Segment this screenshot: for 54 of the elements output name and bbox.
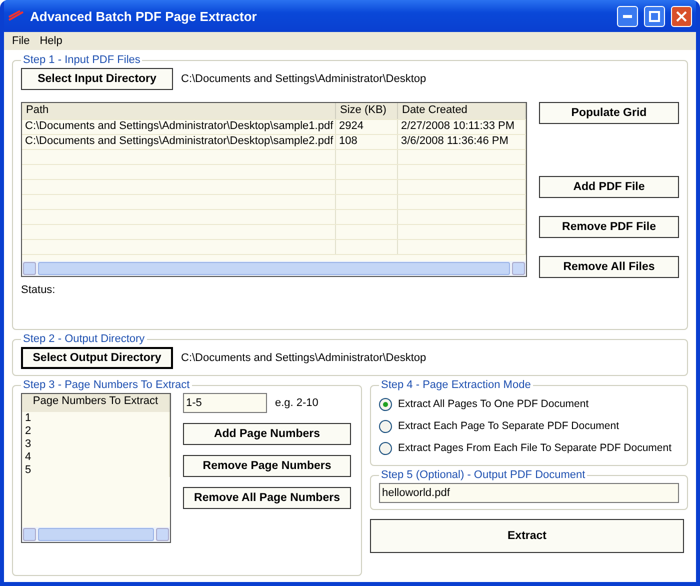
column-header[interactable]: Page Numbers To Extract [22,394,170,412]
close-button[interactable] [671,6,692,26]
table-cell: 1 [22,412,170,425]
range-field[interactable]: 1-5 [183,393,267,413]
table-cell: C:\Documents and Settings\Administrator\Desktop\sample1.pdf [22,120,336,134]
action-button[interactable]: Add Page Numbers [183,423,351,445]
action-button[interactable]: Remove Page Numbers [183,455,351,477]
radio-button[interactable] [379,442,392,454]
table-cell: 5 [22,464,170,477]
status-label: Status: [21,284,56,296]
action-button[interactable]: Populate Grid [539,102,679,124]
horizontal-scrollbar[interactable] [22,261,526,276]
column-header[interactable]: Size (KB) [336,103,398,119]
input-directory: C:\Documents and Settings\Administrator\Desktop [181,73,426,85]
app-icon [8,10,24,22]
close-icon [676,10,687,22]
group-title: Step 5 (Optional) - Output PDF Document [380,469,586,481]
range-hint: e.g. 2-10 [275,397,318,409]
action-button[interactable]: Remove PDF File [539,216,679,238]
table-cell: 2 [22,425,170,438]
select-output-button[interactable]: Select Output Directory [21,347,173,369]
extract-button[interactable]: Extract [370,519,684,553]
table-cell: 108 [336,135,398,149]
minimize-icon [623,14,632,18]
output-directory: C:\Documents and Settings\Administrator\Desktop [181,352,426,364]
group-title: Step 4 - Page Extraction Mode [380,379,532,391]
menu-item[interactable]: File [8,35,34,47]
radio-label: Extract Pages From Each File To Separate PDF Document [398,442,672,454]
table-cell: 3/6/2008 11:36:46 PM [398,135,526,149]
group-title: Step 3 - Page Numbers To Extract [22,379,191,391]
action-button[interactable]: Add PDF File [539,176,679,198]
table-cell: C:\Documents and Settings\Administrator\Desktop\sample2.pdf [22,135,336,149]
action-button[interactable]: Remove All Page Numbers [183,487,351,509]
maximize-button[interactable] [644,6,665,26]
column-header[interactable]: Date Created [398,103,526,119]
menu-item[interactable]: Help [36,35,66,47]
column-header[interactable]: Path [22,103,336,119]
file-name-field[interactable]: helloworld.pdf [379,483,679,503]
group-title: Step 2 - Output Directory [22,333,146,345]
select-input-button[interactable]: Select Input Directory [21,68,173,90]
window-title: Advanced Batch PDF Page Extractor [30,8,258,24]
radio-button[interactable] [379,420,392,432]
horizontal-scrollbar[interactable] [22,527,170,542]
radio-label: Extract All Pages To One PDF Document [398,398,589,410]
minimize-button[interactable] [617,6,638,26]
table-cell: 2/27/2008 10:11:33 PM [398,120,526,134]
radio-label: Extract Each Page To Separate PDF Document [398,420,620,432]
table-cell: 3 [22,438,170,451]
radio-button[interactable] [379,398,392,410]
action-button[interactable]: Remove All Files [539,256,679,278]
group-title: Step 1 - Input PDF Files [22,54,142,66]
table-cell: 2924 [336,120,398,134]
maximize-icon [649,10,660,22]
table-cell: 4 [22,451,170,464]
